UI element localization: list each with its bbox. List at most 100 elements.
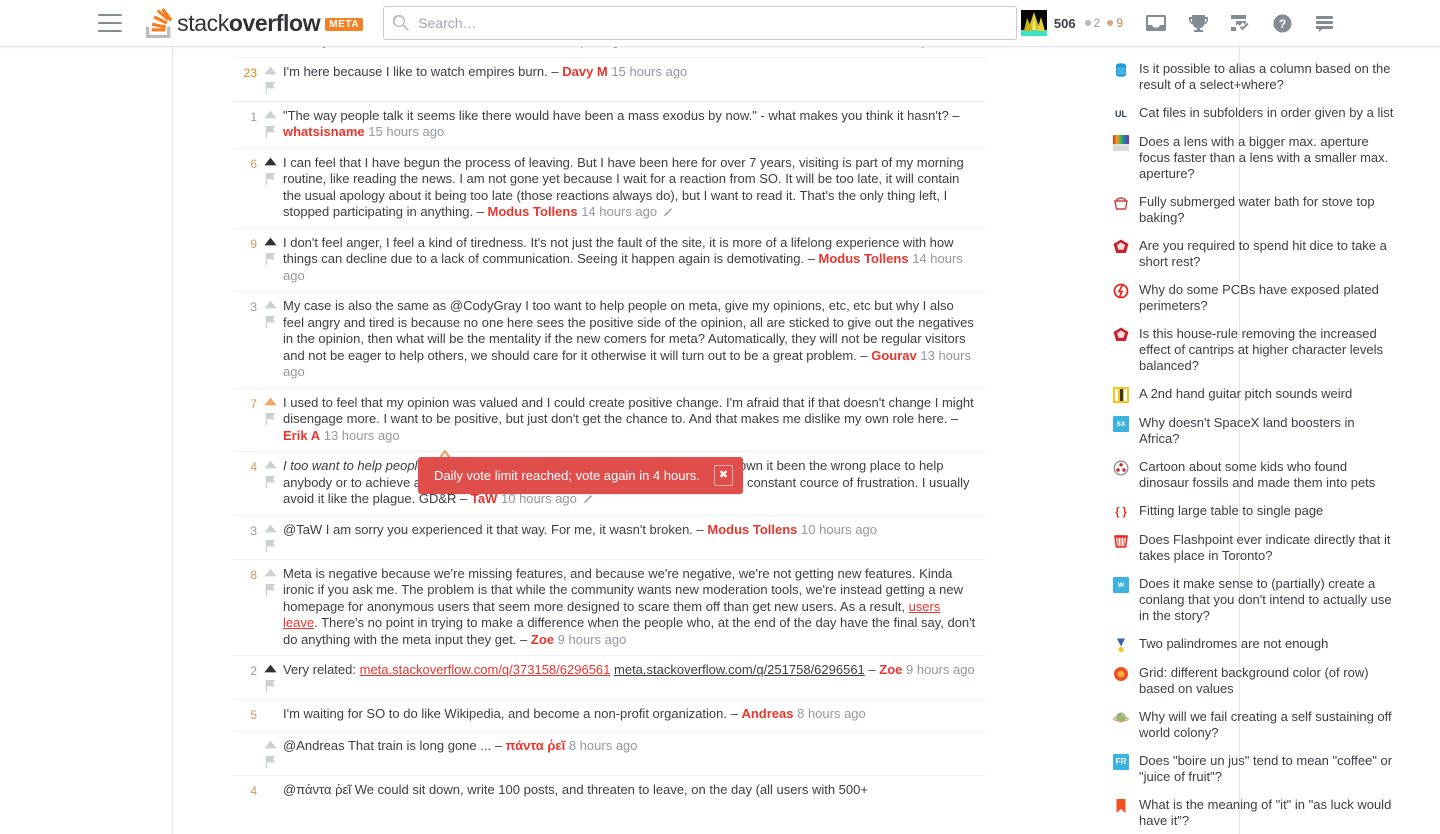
flag-icon[interactable]: [265, 81, 276, 94]
hot-question-item[interactable]: Grid: different background color (of row…: [1113, 659, 1413, 703]
upvote-arrow-icon[interactable]: [263, 664, 277, 673]
comment-score: 1: [250, 109, 257, 124]
comment-inline-link[interactable]: users leave: [283, 599, 940, 631]
flag-icon[interactable]: [265, 583, 276, 596]
comment-score: 23: [243, 65, 257, 80]
help-icon[interactable]: ?: [1262, 6, 1302, 40]
upvote-arrow-icon[interactable]: [263, 740, 277, 749]
upvote-arrow-icon[interactable]: [263, 237, 277, 246]
comment-author-link[interactable]: Modus Tollens: [819, 251, 909, 266]
close-notification-button[interactable]: ✖: [714, 465, 733, 486]
comment-author-link[interactable]: Modus Tollens: [488, 204, 578, 219]
hot-network-questions-list: Is it possible to alias a column based o…: [1113, 47, 1413, 834]
hamburger-line: [98, 30, 123, 32]
hot-question-item[interactable]: Does a lens with a bigger max. aperture …: [1113, 128, 1413, 188]
flag-icon[interactable]: [265, 539, 276, 552]
inbox-icon[interactable]: [1136, 6, 1176, 40]
hot-question-item[interactable]: Is this house-rule removing the increase…: [1113, 320, 1413, 380]
edit-pencil-icon[interactable]: [583, 494, 593, 504]
upvote-arrow-icon[interactable]: [263, 157, 277, 166]
comment-author-link[interactable]: Gourav: [871, 348, 917, 363]
upvote-arrow-icon[interactable]: [263, 460, 277, 469]
top-navigation-bar: stackoverflowMETA 506 2 9: [0, 0, 1440, 47]
hot-question-title: Is this house-rule removing the increase…: [1139, 326, 1383, 373]
hot-question-item[interactable]: A 2nd hand guitar pitch sounds weird: [1113, 380, 1413, 409]
comment-timestamp: 9 hours ago: [557, 631, 627, 647]
flag-icon[interactable]: [265, 316, 276, 328]
hot-question-item[interactable]: { } Fitting large table to single page: [1113, 497, 1413, 526]
nav-right-group: 506 2 9 ?: [1017, 0, 1344, 47]
review-icon[interactable]: [1220, 6, 1260, 40]
hot-question-item[interactable]: w Does it make sense to (partially) creat…: [1113, 570, 1413, 630]
flag-icon[interactable]: [265, 412, 276, 425]
hot-question-item[interactable]: What is the meaning of "it" in "as luck …: [1113, 791, 1413, 834]
flag-icon[interactable]: [265, 680, 276, 692]
flag-icon[interactable]: [265, 125, 276, 138]
hot-question-item[interactable]: Why will we fail creating a self sustain…: [1113, 703, 1413, 747]
edit-pencil-icon[interactable]: [663, 207, 673, 217]
hot-question-item[interactable]: Does Flashpoint ever indicate directly t…: [1113, 526, 1413, 570]
badge-group: 2 9: [1084, 16, 1130, 30]
hot-question-title: Why will we fail creating a self sustain…: [1139, 709, 1392, 740]
hot-question-title: Fitting large table to single page: [1139, 503, 1324, 518]
hot-question-title: What is the meaning of "it" in "as luck …: [1139, 797, 1392, 828]
comment-author-link[interactable]: whatsisname: [283, 124, 365, 139]
comment-vote-actions: [257, 458, 283, 508]
flag-icon[interactable]: [265, 476, 276, 488]
bronze-badge-dot-icon: [1107, 20, 1114, 26]
upvote-arrow-icon[interactable]: [263, 300, 277, 309]
comment-author-link[interactable]: Erik A: [283, 428, 320, 443]
upvote-arrow-icon[interactable]: [263, 524, 277, 533]
hot-question-item[interactable]: UL Cat files in subfolders in order given…: [1113, 99, 1413, 128]
meta-badge: META: [325, 17, 364, 31]
comment-row: 6 I can feel that I have begun the proces…: [233, 147, 985, 228]
hot-question-item[interactable]: sx Why doesn't SpaceX land boosters in Af…: [1113, 409, 1413, 453]
site-favicon-icon: [1113, 239, 1129, 255]
comment-author-link[interactable]: πάντα ῥεῖ: [506, 738, 566, 753]
comment-score: 4: [250, 783, 257, 798]
hot-question-item[interactable]: FR Does "boire un jus" tend to mean "coff…: [1113, 747, 1413, 791]
comment-timestamp: 13 hours ago: [323, 427, 400, 443]
comment-author-link[interactable]: Davy M: [562, 64, 608, 79]
site-logo-link[interactable]: stackoverflow META: [146, 0, 364, 47]
site-switcher-icon[interactable]: [1304, 6, 1344, 40]
comment-author-link[interactable]: Zoe: [879, 662, 902, 677]
upvote-arrow-icon[interactable]: [263, 397, 277, 406]
comment-text: My case is also the same as @CodyGray I …: [283, 298, 974, 379]
comment-row: 8 Meta is negative because we're missing …: [233, 558, 985, 656]
upvote-arrow-icon[interactable]: [263, 568, 277, 577]
upvote-arrow-icon[interactable]: [263, 66, 277, 75]
hot-question-item[interactable]: Cartoon about some kids who found dinosa…: [1113, 453, 1413, 497]
comment-row: 3 My case is also the same as @CodyGray I…: [233, 291, 985, 388]
hot-question-item[interactable]: Two palindromes are not enough: [1113, 630, 1413, 659]
upvote-arrow-icon[interactable]: [263, 110, 277, 119]
comment-row: 7 I used to feel that my opinion was valu…: [233, 387, 985, 452]
hot-question-item[interactable]: Are you required to spend hit dice to ta…: [1113, 232, 1413, 276]
flag-icon[interactable]: [265, 172, 276, 185]
comment-vote-actions: [257, 566, 283, 649]
comment-inline-link[interactable]: meta.stackoverflow.com/q/251758/6296561: [614, 662, 865, 677]
hot-question-item[interactable]: Why do some PCBs have exposed plated per…: [1113, 276, 1413, 320]
search-input[interactable]: [383, 6, 1017, 40]
flag-icon[interactable]: [265, 755, 276, 768]
hot-question-title: Are you required to spend hit dice to ta…: [1139, 238, 1387, 269]
hot-question-item[interactable]: Fully submerged water bath for stove top…: [1113, 188, 1413, 232]
flag-icon[interactable]: [265, 252, 276, 265]
comment-inline-link[interactable]: meta.stackoverflow.com/q/373158/6296561: [360, 662, 611, 677]
user-profile-link[interactable]: 506 2 9: [1017, 6, 1134, 40]
comment-score: 3: [250, 300, 257, 314]
hot-question-title: Does a lens with a bigger max. aperture …: [1139, 134, 1389, 181]
site-favicon-icon: UL: [1113, 106, 1129, 122]
hot-question-title: Cat files in subfolders in order given b…: [1139, 105, 1394, 120]
comment-author-link[interactable]: Andreas: [741, 706, 793, 721]
comment-vote-actions: [257, 782, 283, 800]
trophy-icon[interactable]: [1178, 6, 1218, 40]
hamburger-menu-icon[interactable]: [98, 14, 123, 32]
comment-row: 23 I'm here because I like to watch empir…: [233, 56, 985, 101]
comment-author-link[interactable]: Modus Tollens: [707, 522, 797, 537]
comment-text: @Andreas That train is long gone ... – π…: [283, 737, 638, 753]
hot-question-item[interactable]: Is it possible to alias a column based o…: [1113, 55, 1413, 99]
comment-author-link[interactable]: Zoe: [531, 632, 554, 647]
comment-text: I'm here because I like to watch empires…: [283, 63, 688, 79]
hot-question-title: Cartoon about some kids who found dinosa…: [1139, 459, 1376, 490]
